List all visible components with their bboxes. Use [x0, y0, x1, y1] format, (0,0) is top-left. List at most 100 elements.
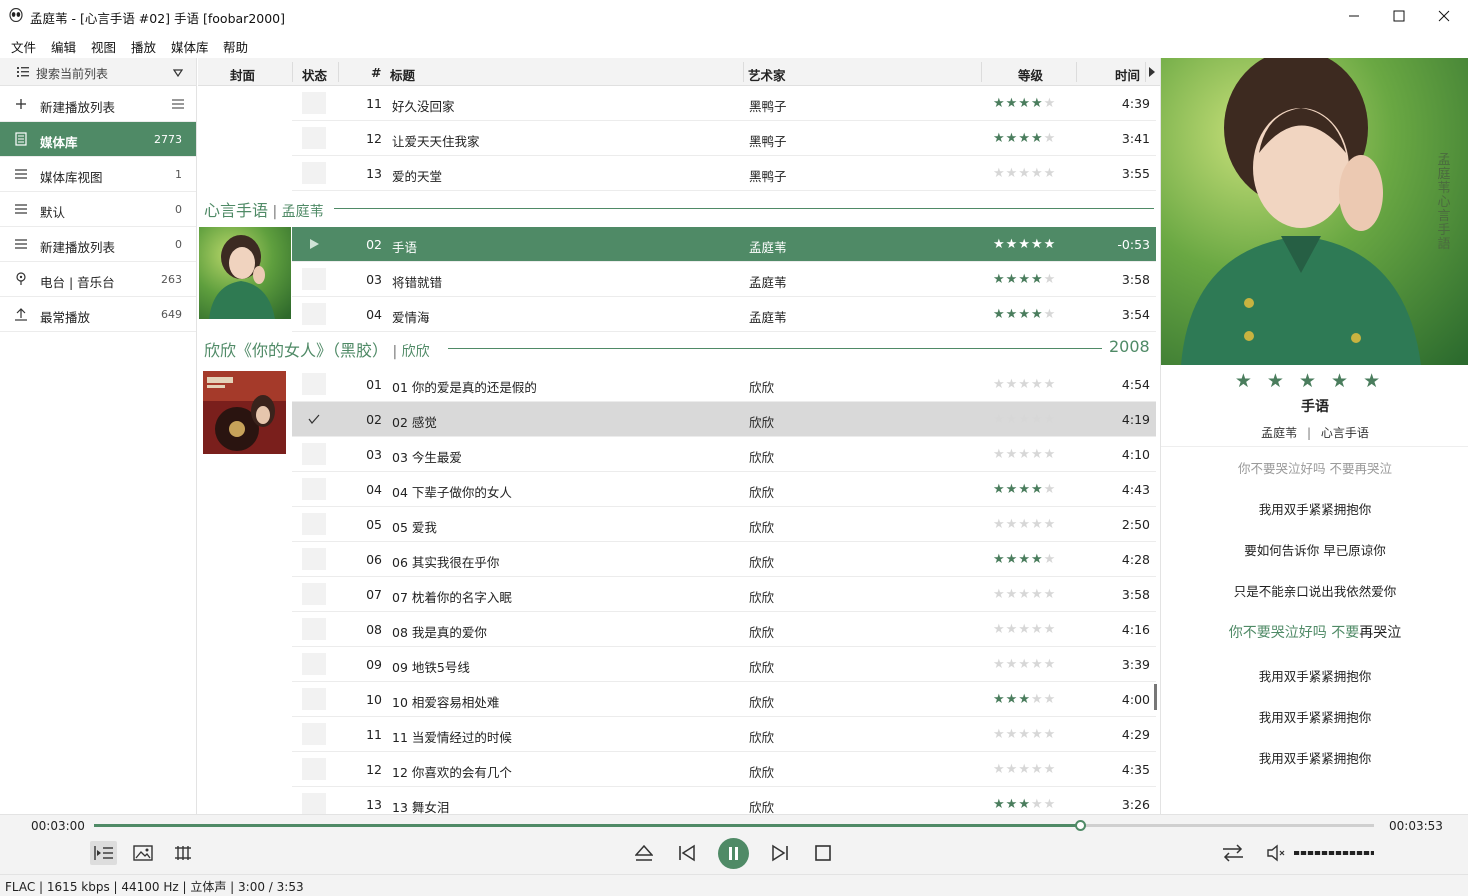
- menu-file[interactable]: 文件: [11, 37, 36, 56]
- seek-bar[interactable]: [94, 824, 1374, 827]
- star-icon[interactable]: ★: [1044, 412, 1057, 427]
- star-icon[interactable]: ★: [1006, 412, 1019, 427]
- star-icon[interactable]: ★: [993, 166, 1006, 181]
- rating-stars[interactable]: ★★★★★: [993, 272, 1056, 287]
- star-icon[interactable]: ★: [1031, 166, 1044, 181]
- minimize-button[interactable]: [1331, 0, 1377, 32]
- star-icon[interactable]: ★: [1031, 517, 1044, 532]
- close-button[interactable]: [1421, 0, 1467, 32]
- star-icon[interactable]: ★: [1006, 237, 1019, 252]
- track-row[interactable]: 04 爱情海 孟庭苇 ★★★★★ 3:54: [292, 297, 1156, 332]
- playlist-view-toggle[interactable]: [90, 841, 117, 865]
- star-icon[interactable]: ★: [1331, 370, 1363, 392]
- equalizer-view-icon[interactable]: [173, 845, 193, 861]
- star-icon[interactable]: ★: [1006, 482, 1019, 497]
- star-icon[interactable]: ★: [993, 131, 1006, 146]
- star-icon[interactable]: ★: [1018, 272, 1031, 287]
- track-row[interactable]: 06 06 其实我很在乎你 欣欣 ★★★★★ 4:28: [292, 542, 1156, 577]
- star-icon[interactable]: ★: [1267, 370, 1299, 392]
- star-icon[interactable]: ★: [1006, 131, 1019, 146]
- next-track-icon[interactable]: [771, 844, 789, 862]
- star-icon[interactable]: ★: [993, 657, 1006, 672]
- rating-stars[interactable]: ★★★★★: [993, 166, 1056, 181]
- now-playing-album[interactable]: 心言手语: [1321, 426, 1369, 440]
- star-icon[interactable]: ★: [1031, 692, 1044, 707]
- sidebar-item-library-view[interactable]: 媒体库视图 1: [0, 157, 196, 192]
- star-icon[interactable]: ★: [1018, 377, 1031, 392]
- star-icon[interactable]: ★: [1044, 517, 1057, 532]
- star-icon[interactable]: ★: [1031, 412, 1044, 427]
- star-icon[interactable]: ★: [1044, 552, 1057, 567]
- previous-track-icon[interactable]: [678, 844, 696, 862]
- star-icon[interactable]: ★: [1044, 692, 1057, 707]
- menu-playback[interactable]: 播放: [131, 37, 156, 56]
- star-icon[interactable]: ★: [1044, 482, 1057, 497]
- rating-stars[interactable]: ★★★★★: [993, 587, 1056, 602]
- star-icon[interactable]: ★: [1018, 587, 1031, 602]
- star-icon[interactable]: ★: [1031, 657, 1044, 672]
- star-icon[interactable]: ★: [1018, 622, 1031, 637]
- star-icon[interactable]: ★: [1044, 447, 1057, 462]
- star-icon[interactable]: ★: [1031, 622, 1044, 637]
- track-row[interactable]: 10 10 相爱容易相处难 欣欣 ★★★★★ 4:00: [292, 682, 1156, 717]
- pause-button[interactable]: [718, 838, 749, 869]
- stop-icon[interactable]: [814, 844, 832, 862]
- rating-stars[interactable]: ★★★★★: [993, 237, 1056, 252]
- rating-stars[interactable]: ★★★★★: [993, 622, 1056, 637]
- now-playing-cover[interactable]: 孟庭苇 心言手語: [1161, 58, 1468, 365]
- seek-bar-handle[interactable]: [1075, 820, 1086, 831]
- star-icon[interactable]: ★: [1031, 762, 1044, 777]
- star-icon[interactable]: ★: [1044, 96, 1057, 111]
- menu-view[interactable]: 视图: [91, 37, 116, 56]
- star-icon[interactable]: ★: [1006, 622, 1019, 637]
- star-icon[interactable]: ★: [1006, 272, 1019, 287]
- rating-stars[interactable]: ★★★★★: [993, 377, 1056, 392]
- star-icon[interactable]: ★: [993, 517, 1006, 532]
- rating-stars[interactable]: ★★★★★: [993, 96, 1056, 111]
- maximize-button[interactable]: [1376, 0, 1422, 32]
- hamburger-menu-icon[interactable]: [172, 99, 184, 109]
- star-icon[interactable]: ★: [1018, 307, 1031, 322]
- track-row[interactable]: 03 将错就错 孟庭苇 ★★★★★ 3:58: [292, 262, 1156, 297]
- star-icon[interactable]: ★: [1031, 377, 1044, 392]
- sidebar-item-default[interactable]: 默认 0: [0, 192, 196, 227]
- star-icon[interactable]: ★: [1031, 727, 1044, 742]
- star-icon[interactable]: ★: [1044, 657, 1057, 672]
- star-icon[interactable]: ★: [1044, 727, 1057, 742]
- star-icon[interactable]: ★: [1031, 552, 1044, 567]
- star-icon[interactable]: ★: [1006, 762, 1019, 777]
- menu-library[interactable]: 媒体库: [171, 37, 209, 56]
- star-icon[interactable]: ★: [993, 797, 1006, 812]
- menu-help[interactable]: 帮助: [223, 37, 248, 56]
- star-icon[interactable]: ★: [1006, 587, 1019, 602]
- column-number[interactable]: #: [371, 65, 381, 80]
- column-artist[interactable]: 艺术家: [748, 65, 786, 84]
- rating-stars[interactable]: ★★★★★: [993, 131, 1056, 146]
- star-icon[interactable]: ★: [1018, 657, 1031, 672]
- star-icon[interactable]: ★: [1031, 237, 1044, 252]
- album-group-header[interactable]: 心言手语 | 孟庭苇: [204, 192, 1154, 222]
- star-icon[interactable]: ★: [1018, 517, 1031, 532]
- star-icon[interactable]: ★: [1044, 622, 1057, 637]
- track-row[interactable]: 11 好久没回家 黑鸭子 ★★★★★ 4:39: [292, 86, 1156, 121]
- track-row[interactable]: 12 让爱天天住我家 黑鸭子 ★★★★★ 3:41: [292, 121, 1156, 156]
- star-icon[interactable]: ★: [1363, 370, 1395, 392]
- star-icon[interactable]: ★: [1018, 412, 1031, 427]
- playlist-search[interactable]: 搜索当前列表: [0, 58, 196, 86]
- track-row[interactable]: 05 05 爱我 欣欣 ★★★★★ 2:50: [292, 507, 1156, 542]
- column-rating[interactable]: 等级: [1018, 65, 1043, 84]
- volume-icon[interactable]: [1266, 844, 1288, 862]
- star-icon[interactable]: ★: [1006, 517, 1019, 532]
- star-icon[interactable]: ★: [1006, 692, 1019, 707]
- star-icon[interactable]: ★: [1031, 272, 1044, 287]
- now-playing-artist[interactable]: 孟庭苇: [1261, 426, 1297, 440]
- track-row[interactable]: 12 12 你喜欢的会有几个 欣欣 ★★★★★ 4:35: [292, 752, 1156, 787]
- track-row[interactable]: 04 04 下辈子做你的女人 欣欣 ★★★★★ 4:43: [292, 472, 1156, 507]
- track-row[interactable]: 01 01 你的爱是真的还是假的 欣欣 ★★★★★ 4:54: [292, 367, 1156, 402]
- sidebar-item-new-playlist-2[interactable]: 新建播放列表 0: [0, 227, 196, 262]
- album-group-header[interactable]: 欣欣《你的女人》（黑胶） | 欣欣 2008: [204, 332, 1154, 362]
- star-icon[interactable]: ★: [1031, 797, 1044, 812]
- star-icon[interactable]: ★: [1044, 307, 1057, 322]
- star-icon[interactable]: ★: [993, 552, 1006, 567]
- album-art-view-icon[interactable]: [133, 845, 153, 861]
